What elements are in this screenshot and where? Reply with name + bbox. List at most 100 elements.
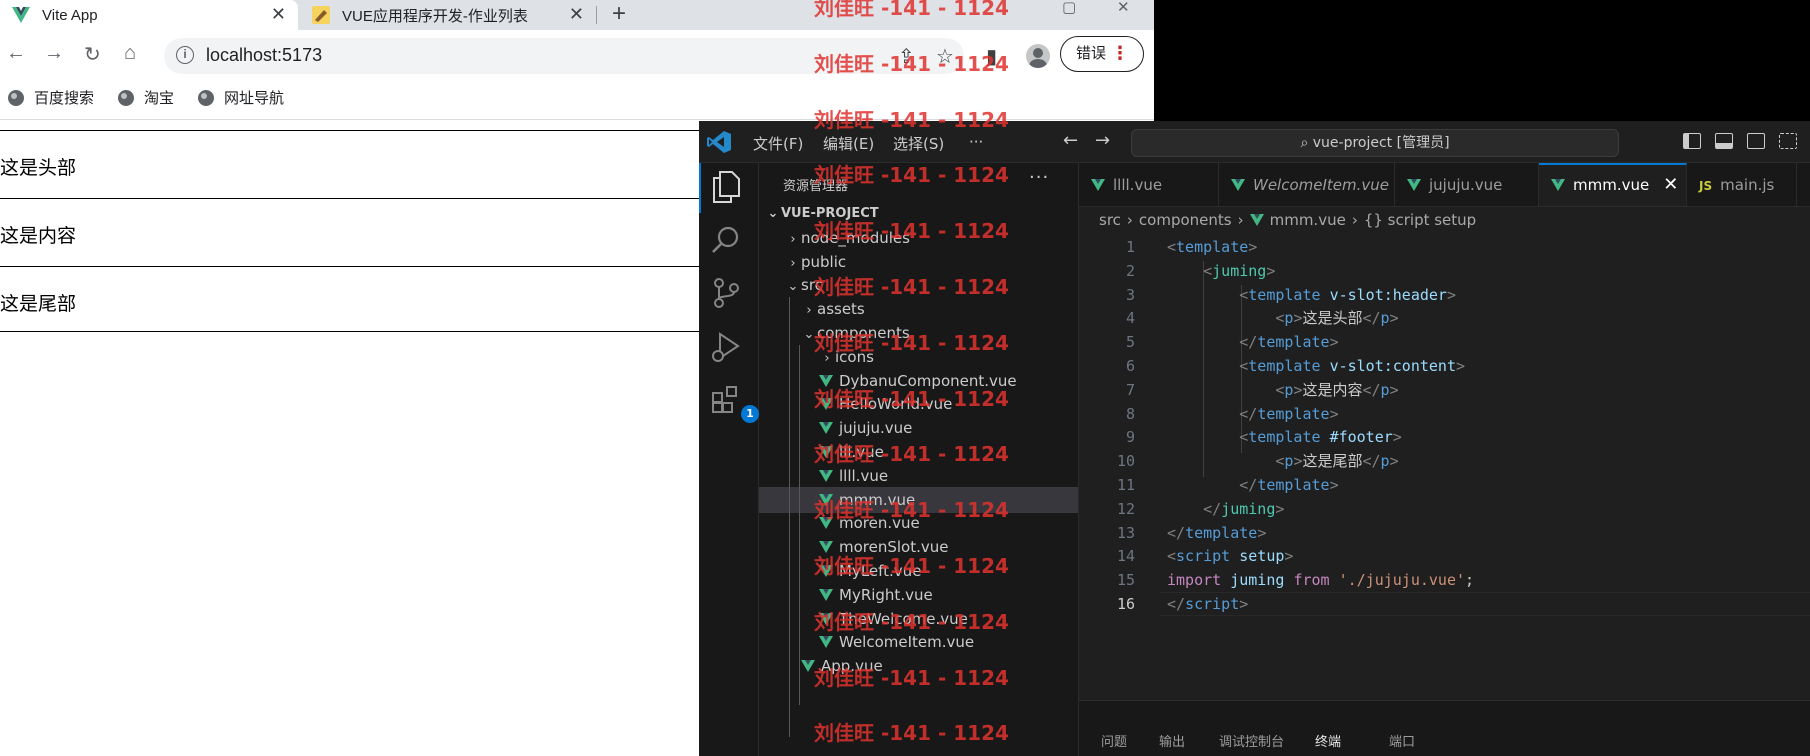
line-number: 4 — [1125, 309, 1135, 328]
bookmark-taobao[interactable]: 淘宝 — [118, 87, 174, 108]
close-tab-icon[interactable]: ✕ — [1663, 165, 1678, 205]
explorer-icon[interactable] — [699, 163, 745, 213]
code-token: < — [1239, 357, 1249, 375]
tree-folder[interactable]: › assets — [759, 296, 1078, 322]
error-button[interactable]: 错误 ⋮ — [1060, 36, 1144, 72]
close-tab-icon[interactable]: ✕ — [569, 4, 584, 25]
tab-vite-app[interactable]: Vite App ✕ — [0, 0, 298, 30]
editor-tab[interactable]: llll.vue — [1079, 163, 1219, 206]
code-token: template — [1248, 428, 1321, 447]
breadcrumb-item[interactable]: src — [1099, 211, 1121, 229]
tree-folder[interactable]: ⌄ components — [759, 320, 1078, 346]
line-number: 9 — [1125, 428, 1135, 447]
nav-forward-icon[interactable]: → — [1095, 130, 1110, 151]
toggle-panel-icon[interactable] — [1715, 133, 1733, 149]
code-line: <juming> — [1167, 259, 1275, 283]
forward-icon[interactable]: → — [44, 42, 64, 65]
activity-bar: 1 — [699, 163, 759, 756]
new-tab-button[interactable]: + — [612, 0, 626, 30]
search-icon[interactable] — [711, 225, 745, 259]
tree-folder[interactable]: ⌄ src — [759, 272, 1078, 298]
code-editor[interactable]: 1 <template> 2 <juming> 3 <template v-slot:… — [1079, 233, 1810, 700]
restore-window-icon[interactable]: ▢ — [1062, 0, 1076, 30]
toggle-secondary-sidebar-icon[interactable] — [1747, 133, 1765, 149]
tree-file[interactable]: mmm.vue — [759, 486, 1078, 513]
tree-folder[interactable]: › public — [759, 249, 1078, 275]
menu-selection[interactable]: 选择(S) — [893, 133, 944, 154]
chevron-down-icon: ⌄ — [767, 206, 779, 221]
panel-tab[interactable]: 问题 — [1101, 731, 1127, 750]
profile-avatar[interactable] — [1026, 44, 1050, 68]
vue-file-icon — [801, 660, 815, 673]
reload-icon[interactable]: ↻ — [84, 42, 101, 67]
toggle-sidebar-icon[interactable] — [1683, 133, 1701, 149]
address-bar[interactable]: i localhost:5173 — [164, 38, 964, 74]
run-debug-icon[interactable] — [711, 331, 745, 365]
bookmark-nav[interactable]: 网址导航 — [198, 87, 284, 108]
editor-tab[interactable]: jujuju.vue — [1395, 163, 1539, 206]
tree-folder[interactable]: › icons — [759, 344, 1078, 370]
extensions-icon[interactable]: 1 — [711, 385, 759, 423]
tree-file[interactable]: WelcomeItem.vue — [759, 629, 1078, 655]
command-center[interactable]: ⌕ vue-project [管理员] — [1131, 129, 1619, 157]
code-line: <template v-slot:header> — [1167, 283, 1456, 307]
editor-tab-label: main.js — [1720, 176, 1775, 194]
bookmark-star-icon[interactable]: ☆ — [936, 44, 954, 69]
home-icon[interactable]: ⌂ — [124, 42, 136, 65]
tree-file[interactable]: App.vue — [759, 653, 1078, 679]
editor-tab[interactable]: WelcomeItem.vue — [1219, 163, 1395, 206]
menu-more[interactable]: ··· — [969, 133, 983, 151]
tree-label: assets — [817, 300, 865, 319]
tree-file[interactable]: HelloWorld.vue — [759, 391, 1078, 417]
explorer-more-icon[interactable]: ··· — [1029, 167, 1049, 188]
panel-tab[interactable]: 输出 — [1159, 731, 1185, 750]
panel-tab[interactable]: 端口 — [1389, 731, 1415, 750]
tree-file[interactable]: DybanuComponent.vue — [759, 368, 1078, 394]
code-line: </template> — [1167, 521, 1266, 545]
panel-tab[interactable]: 调试控制台 — [1219, 731, 1284, 750]
panel-tab[interactable]: 终端 — [1315, 731, 1341, 750]
editor-tab[interactable]: mmm.vue ✕ — [1539, 163, 1687, 206]
tree-file[interactable]: moren.vue — [759, 510, 1078, 536]
code-token: </ — [1203, 499, 1222, 518]
bookmark-baidu[interactable]: 百度搜索 — [8, 87, 94, 108]
tree-folder[interactable]: › node_modules — [759, 225, 1078, 251]
back-icon[interactable]: ← — [6, 42, 26, 65]
tree-file[interactable]: jujuju.vue — [759, 415, 1078, 441]
tab-homework-list[interactable]: VUE应用程序开发-作业列表 ✕ — [300, 0, 596, 30]
tree-file[interactable]: morenSlot.vue — [759, 534, 1078, 560]
tab-title: VUE应用程序开发-作业列表 — [342, 7, 528, 25]
site-info-icon[interactable]: i — [176, 46, 194, 64]
breadcrumb-item[interactable]: components — [1139, 211, 1232, 229]
bookmarks-bar: 百度搜索 淘宝 网址导航 — [0, 82, 1154, 120]
project-root[interactable]: ⌄ VUE-PROJECT — [759, 201, 1078, 227]
tree-file[interactable]: MyRight.vue — [759, 582, 1078, 608]
breadcrumb-item[interactable]: {} script setup — [1364, 211, 1476, 229]
code-token: template — [1185, 523, 1258, 542]
vue-file-icon — [1091, 179, 1105, 191]
bookmark-label: 淘宝 — [144, 90, 175, 107]
source-control-icon[interactable] — [711, 277, 745, 311]
customize-layout-icon[interactable] — [1779, 133, 1797, 149]
bookmark-label: 网址导航 — [224, 90, 285, 107]
tree-file[interactable]: lll.vue — [759, 439, 1078, 465]
editor-tab-label: mmm.vue — [1573, 176, 1650, 194]
breadcrumb-item[interactable]: mmm.vue — [1270, 211, 1346, 229]
tree-file[interactable]: MyLeft.vue — [759, 558, 1078, 584]
editor-tab[interactable]: JS main.js — [1687, 163, 1797, 206]
code-token: v-slot:header — [1329, 285, 1447, 304]
tree-file[interactable]: llll.vue — [759, 463, 1078, 489]
menu-edit[interactable]: 编辑(E) — [823, 133, 874, 154]
code-token: './jujuju.vue' — [1338, 571, 1466, 590]
side-panel-icon[interactable]: ▮ — [986, 44, 997, 69]
menu-file[interactable]: 文件(F) — [753, 133, 803, 154]
close-tab-icon[interactable]: ✕ — [271, 4, 286, 25]
tree-file[interactable]: TheWelcome.vue — [759, 606, 1078, 632]
line-number: 11 — [1116, 476, 1135, 494]
close-window-icon[interactable]: ✕ — [1117, 0, 1130, 30]
share-icon[interactable]: ⇪ — [898, 44, 915, 69]
nav-back-icon[interactable]: ← — [1063, 130, 1078, 151]
